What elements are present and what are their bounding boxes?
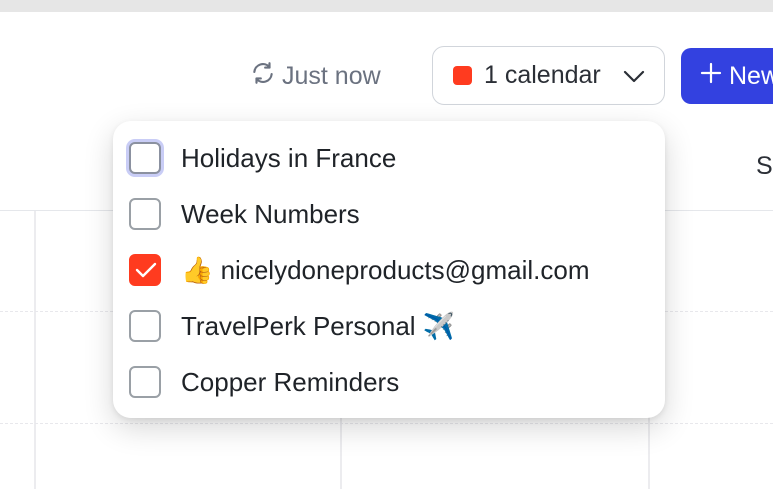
- calendar-checkbox[interactable]: [129, 310, 161, 342]
- check-icon: [135, 262, 157, 278]
- calendar-checkbox[interactable]: [129, 366, 161, 398]
- calendar-option-label: TravelPerk Personal ✈️: [181, 310, 456, 341]
- calendar-option-label: Week Numbers: [181, 198, 360, 229]
- calendar-checkbox[interactable]: [129, 142, 161, 174]
- calendar-checkbox[interactable]: [129, 254, 161, 286]
- sync-status[interactable]: Just now: [250, 60, 381, 92]
- calendar-option[interactable]: Holidays in France: [129, 138, 396, 178]
- calendar-option[interactable]: 👍 nicelydoneproducts@gmail.com: [129, 250, 590, 290]
- plus-icon: [699, 61, 723, 92]
- sync-label: Just now: [282, 61, 381, 90]
- calendar-option-label: Holidays in France: [181, 142, 397, 173]
- chevron-down-icon: [622, 65, 646, 87]
- calendar-selector[interactable]: 1 calendar: [432, 46, 665, 105]
- window-top-strip: [0, 0, 773, 12]
- calendar-option[interactable]: TravelPerk Personal ✈️: [129, 306, 455, 346]
- calendar-list-dropdown: Holidays in France Week Numbers 👍 nicely…: [113, 121, 665, 418]
- calendar-selector-label: 1 calendar: [484, 61, 601, 89]
- calendar-option[interactable]: Copper Reminders: [129, 362, 399, 402]
- new-button-label: New: [729, 61, 773, 90]
- grid-column-line: [34, 211, 36, 489]
- calendar-option-label: Copper Reminders: [181, 366, 400, 397]
- new-event-button[interactable]: New: [681, 48, 773, 104]
- calendar-checkbox[interactable]: [129, 198, 161, 230]
- calendar-option-label: 👍 nicelydoneproducts@gmail.com: [181, 254, 590, 285]
- calendar-toolbar: Just now 1 calendar New: [0, 12, 773, 134]
- refresh-icon: [250, 60, 276, 93]
- calendar-option[interactable]: Week Numbers: [129, 194, 360, 234]
- calendar-color-swatch: [453, 66, 472, 85]
- grid-row-line: [0, 423, 773, 424]
- day-column-header: S: [756, 152, 773, 180]
